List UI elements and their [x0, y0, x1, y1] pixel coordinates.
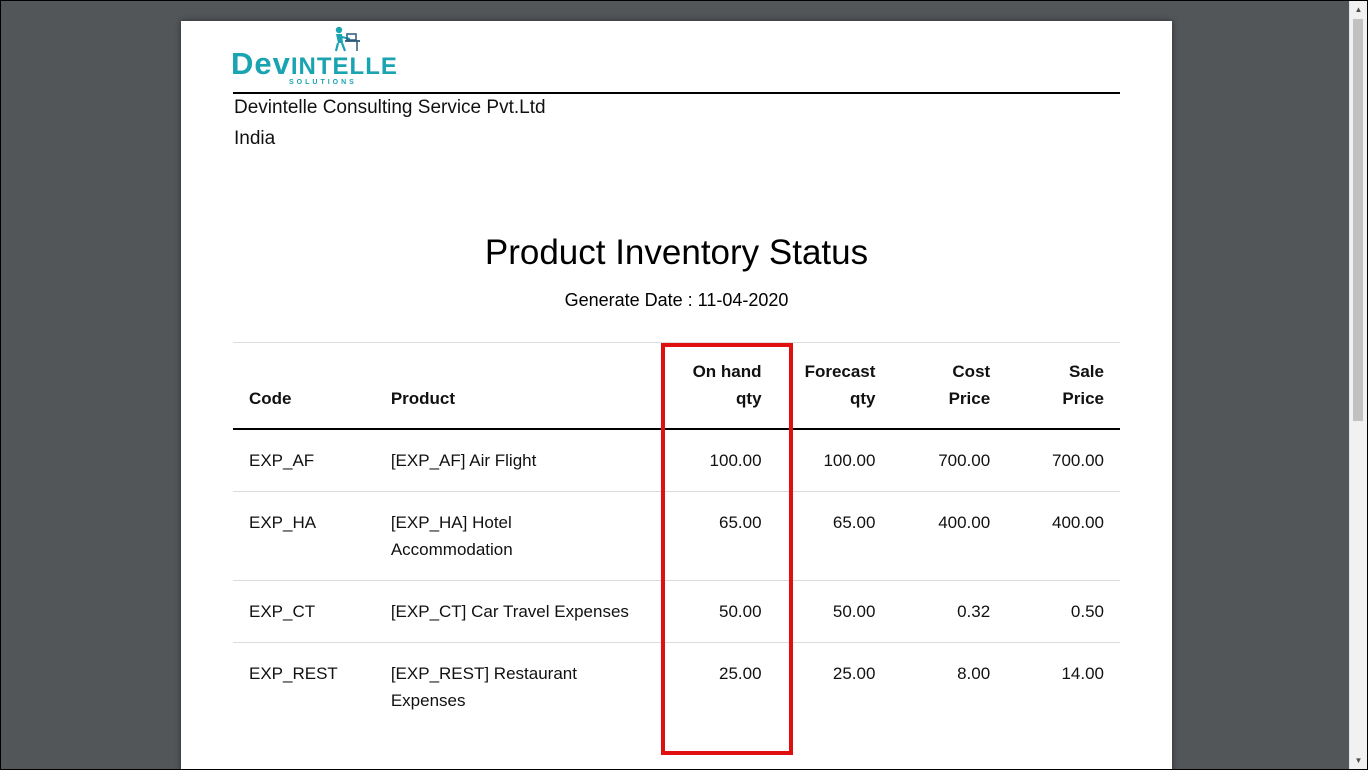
cell-forecast: 100.00: [777, 428, 892, 492]
header-cost-price: Cost Price: [891, 343, 1006, 429]
header-divider: [233, 92, 1120, 94]
cell-cost: 8.00: [957, 663, 991, 683]
cell-code: EXP_REST: [249, 663, 338, 683]
cell-sale: 0.50: [1006, 580, 1120, 643]
logo-text-dev: Dev: [231, 46, 291, 81]
cell-sale: 14.00: [1061, 663, 1104, 683]
header-sale-line2: Price: [1062, 388, 1104, 408]
header-code: Code: [249, 388, 292, 408]
cell-cost: 700.00: [891, 428, 1007, 492]
report-title: Product Inventory Status: [484, 233, 869, 272]
report-page: DevIntelle SOLUTIONS Devintelle Consulti…: [181, 21, 1172, 769]
header-forecast-qty: Forecast qty: [778, 343, 892, 429]
cell-forecast: 25.00: [832, 663, 876, 683]
generate-date: Generate Date : 11-04-2020: [564, 290, 789, 310]
vertical-scrollbar[interactable]: ▲ ▼: [1349, 1, 1367, 769]
cell-sale: 700.00: [1006, 428, 1120, 492]
header-product: Product: [390, 388, 456, 408]
cell-product: [EXP_REST] Restaurant Expenses: [390, 663, 577, 710]
cell-product: [EXP_CT] Car Travel Expenses: [374, 580, 646, 643]
cell-code: EXP_AF: [233, 428, 375, 492]
header-cost-line2: Price: [948, 388, 991, 408]
cell-forecast: 50.00: [777, 580, 892, 643]
header-cost-line1: Cost: [952, 361, 991, 381]
logo-wordmark: DevIntelle: [231, 48, 398, 82]
company-logo: DevIntelle SOLUTIONS: [231, 26, 397, 90]
cell-forecast: 65.00: [777, 491, 892, 581]
scroll-up-arrow-icon[interactable]: ▲: [1350, 1, 1367, 18]
cell-code: EXP_CT: [233, 580, 375, 643]
cell-cost: 400.00: [891, 491, 1007, 581]
header-sale-line1: Sale: [1069, 361, 1104, 381]
cell-product: [EXP_AF] Air Flight: [374, 428, 646, 492]
logo-text-intelle: Intelle: [290, 53, 398, 80]
company-country: India: [234, 128, 276, 149]
cell-code: EXP_HA: [233, 491, 375, 581]
header-forecast-line1: Forecast: [804, 361, 876, 381]
document-viewer: DevIntelle SOLUTIONS Devintelle Consulti…: [0, 0, 1368, 770]
cell-cost: 0.32: [891, 580, 1007, 643]
onhand-highlight-box: [661, 343, 793, 755]
header-sale-price: Sale Price: [1006, 343, 1120, 429]
scroll-down-arrow-icon[interactable]: ▼: [1350, 752, 1367, 769]
scroll-thumb[interactable]: [1353, 19, 1363, 421]
cell-product: [EXP_HA] Hotel Accommodation: [374, 491, 646, 581]
company-name: Devintelle Consulting Service Pvt.Ltd: [234, 97, 546, 118]
logo-subtitle: SOLUTIONS: [289, 79, 357, 86]
header-forecast-line2: qty: [849, 388, 876, 408]
cell-sale: 400.00: [1006, 491, 1120, 581]
